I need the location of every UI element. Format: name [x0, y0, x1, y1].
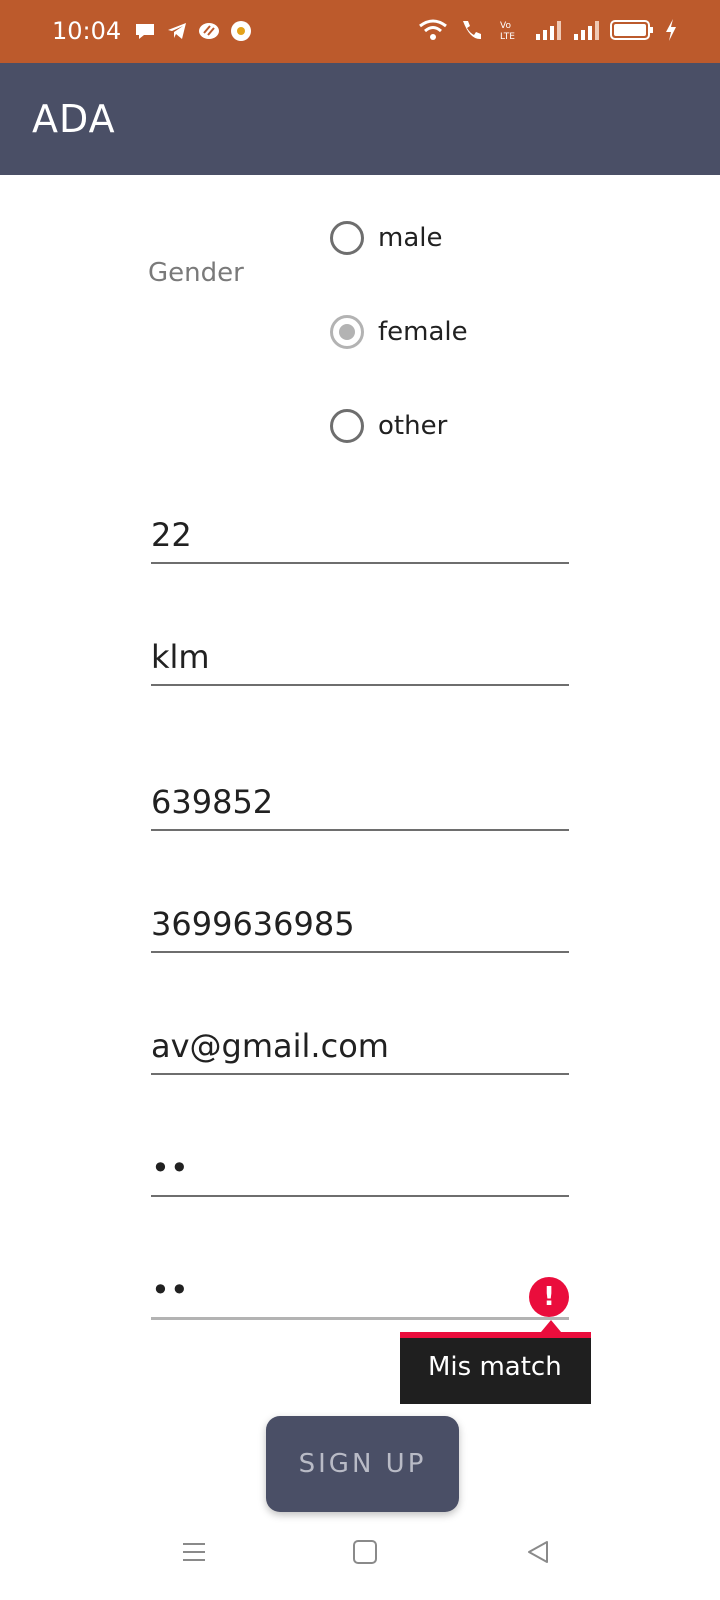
status-time: 10:04: [52, 17, 122, 45]
signal-icon: [536, 21, 561, 40]
radio-other[interactable]: other: [330, 409, 447, 443]
call-icon: [463, 21, 481, 40]
error-tooltip-text: Mis match: [428, 1352, 562, 1382]
app-bar: ADA: [0, 63, 720, 175]
error-tooltip: Mis match: [400, 1332, 591, 1404]
signup-button[interactable]: SIGN UP: [266, 1416, 459, 1512]
field-value: klm: [151, 638, 210, 676]
password-field[interactable]: ••: [151, 1147, 569, 1197]
app-title: ADA: [32, 97, 116, 141]
radio-label-female: female: [378, 317, 468, 347]
phone-value: 3699636985: [151, 905, 355, 943]
pin-value: 639852: [151, 783, 274, 821]
signal-icon: [574, 21, 599, 40]
password-value: ••: [151, 1149, 189, 1187]
svg-text:LTE: LTE: [500, 32, 515, 42]
app-icon: [199, 23, 219, 39]
status-left-icons: [134, 20, 252, 42]
text-field-2[interactable]: klm: [151, 636, 569, 686]
charging-icon: [666, 19, 676, 41]
radio-button[interactable]: [330, 221, 364, 255]
tooltip-arrow: [541, 1320, 561, 1332]
confirm-password-value: ••: [151, 1271, 189, 1309]
confirm-password-field[interactable]: •• !: [151, 1269, 569, 1320]
radio-label-male: male: [378, 223, 443, 253]
status-bar: 10:04 Vo LTE: [0, 0, 720, 63]
telegram-icon: [168, 23, 186, 39]
radio-button-selected[interactable]: [330, 315, 364, 349]
pin-field[interactable]: 639852: [151, 781, 569, 831]
age-value: 22: [151, 516, 192, 554]
system-nav-bar: [0, 1520, 720, 1600]
svg-text:Vo: Vo: [500, 21, 511, 31]
gender-label: Gender: [148, 258, 244, 288]
status-right-icons: Vo LTE: [418, 18, 678, 42]
wifi-icon: [419, 19, 447, 40]
home-icon[interactable]: [345, 1532, 385, 1572]
age-field[interactable]: 22: [151, 514, 569, 564]
back-icon[interactable]: [518, 1532, 558, 1572]
radio-button[interactable]: [330, 409, 364, 443]
radio-male[interactable]: male: [330, 221, 442, 255]
email-field[interactable]: av@gmail.com: [151, 1025, 569, 1075]
email-value: av@gmail.com: [151, 1027, 389, 1065]
volte-icon: VoLTE: [500, 21, 515, 42]
notification-icon: [231, 21, 251, 41]
error-icon: !: [529, 1277, 569, 1317]
chat-icon: [136, 24, 154, 39]
menu-icon[interactable]: [174, 1532, 214, 1572]
phone-field[interactable]: 3699636985: [151, 903, 569, 953]
radio-label-other: other: [378, 411, 448, 441]
battery-icon: [610, 20, 653, 40]
radio-female[interactable]: female: [330, 315, 468, 349]
